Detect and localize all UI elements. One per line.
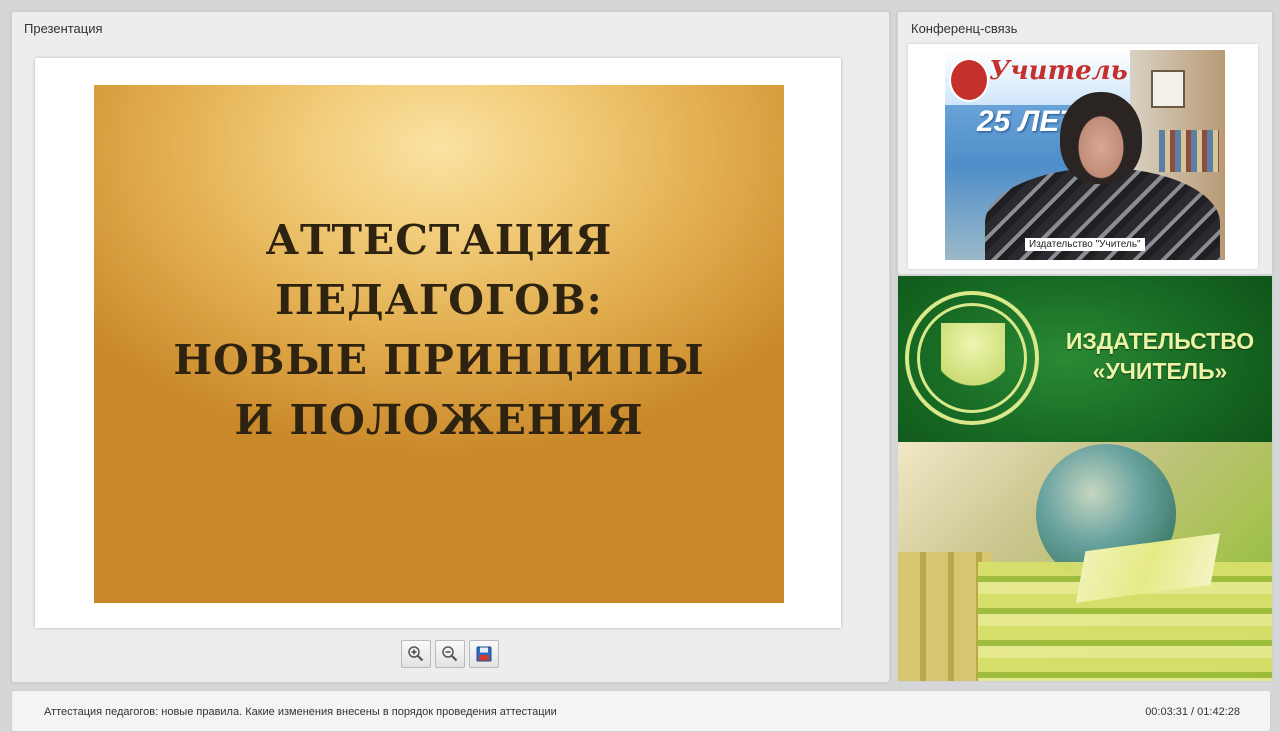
publisher-logo bbox=[949, 58, 989, 102]
wall-frame bbox=[1151, 70, 1185, 108]
video-frame: Учитель 25 ЛЕТ Издательство "Учитель" bbox=[908, 44, 1258, 269]
status-bar: Аттестация педагогов: новые правила. Как… bbox=[11, 690, 1271, 732]
promo-image bbox=[898, 442, 1272, 681]
zoom-in-button[interactable] bbox=[401, 640, 431, 668]
shelf-books bbox=[1159, 130, 1219, 172]
slide-title-line-1: АТТЕСТАЦИЯ bbox=[265, 216, 613, 264]
slide-title-line-3: НОВЫЕ ПРИНЦИПЫ bbox=[173, 336, 705, 384]
slide-title-line-4: И ПОЛОЖЕНИЯ bbox=[234, 396, 644, 444]
presentation-panel: Презентация АТТЕСТАЦИЯ ПЕДАГОГОВ: НОВЫЕ … bbox=[11, 11, 890, 683]
slide-frame: АТТЕСТАЦИЯ ПЕДАГОГОВ: НОВЫЕ ПРИНЦИПЫ И П… bbox=[35, 58, 841, 628]
promo-banner: ИЗДАТЕЛЬСТВО «УЧИТЕЛЬ» bbox=[898, 276, 1272, 442]
conference-panel-title: Конференц-связь bbox=[911, 21, 1018, 36]
video-caption: Издательство "Учитель" bbox=[1025, 238, 1145, 251]
zoom-out-icon bbox=[442, 646, 458, 662]
speaker-head bbox=[1060, 92, 1142, 184]
save-button[interactable] bbox=[469, 640, 499, 668]
playback-time: 00:03:31 / 01:42:28 bbox=[1145, 706, 1240, 718]
promo-line-1: ИЗДАТЕЛЬСТВО bbox=[1065, 328, 1255, 354]
publisher-emblem bbox=[905, 291, 1039, 425]
slide-title-line-2: ПЕДАГОГОВ: bbox=[275, 276, 603, 324]
zoom-out-button[interactable] bbox=[435, 640, 465, 668]
conference-panel: Конференц-связь Учитель 25 ЛЕТ Издательс… bbox=[897, 11, 1273, 275]
promo-panel: ИЗДАТЕЛЬСТВО «УЧИТЕЛЬ» bbox=[897, 275, 1273, 682]
emblem-book-icon bbox=[941, 323, 1005, 393]
promo-line-2: «УЧИТЕЛЬ» bbox=[1092, 358, 1228, 384]
slide: АТТЕСТАЦИЯ ПЕДАГОГОВ: НОВЫЕ ПРИНЦИПЫ И П… bbox=[94, 85, 784, 603]
video-stream[interactable]: Учитель 25 ЛЕТ Издательство "Учитель" bbox=[945, 50, 1225, 260]
zoom-in-icon bbox=[408, 646, 424, 662]
slide-toolbar bbox=[401, 640, 499, 668]
slide-title: АТТЕСТАЦИЯ ПЕДАГОГОВ: НОВЫЕ ПРИНЦИПЫ И П… bbox=[173, 210, 704, 450]
webinar-title: Аттестация педагогов: новые правила. Как… bbox=[44, 706, 557, 718]
video-banner-brand: Учитель bbox=[989, 56, 1128, 86]
promo-text: ИЗДАТЕЛЬСТВО «УЧИТЕЛЬ» bbox=[1048, 326, 1272, 386]
presentation-panel-title: Презентация bbox=[24, 21, 103, 36]
save-icon bbox=[476, 646, 492, 662]
